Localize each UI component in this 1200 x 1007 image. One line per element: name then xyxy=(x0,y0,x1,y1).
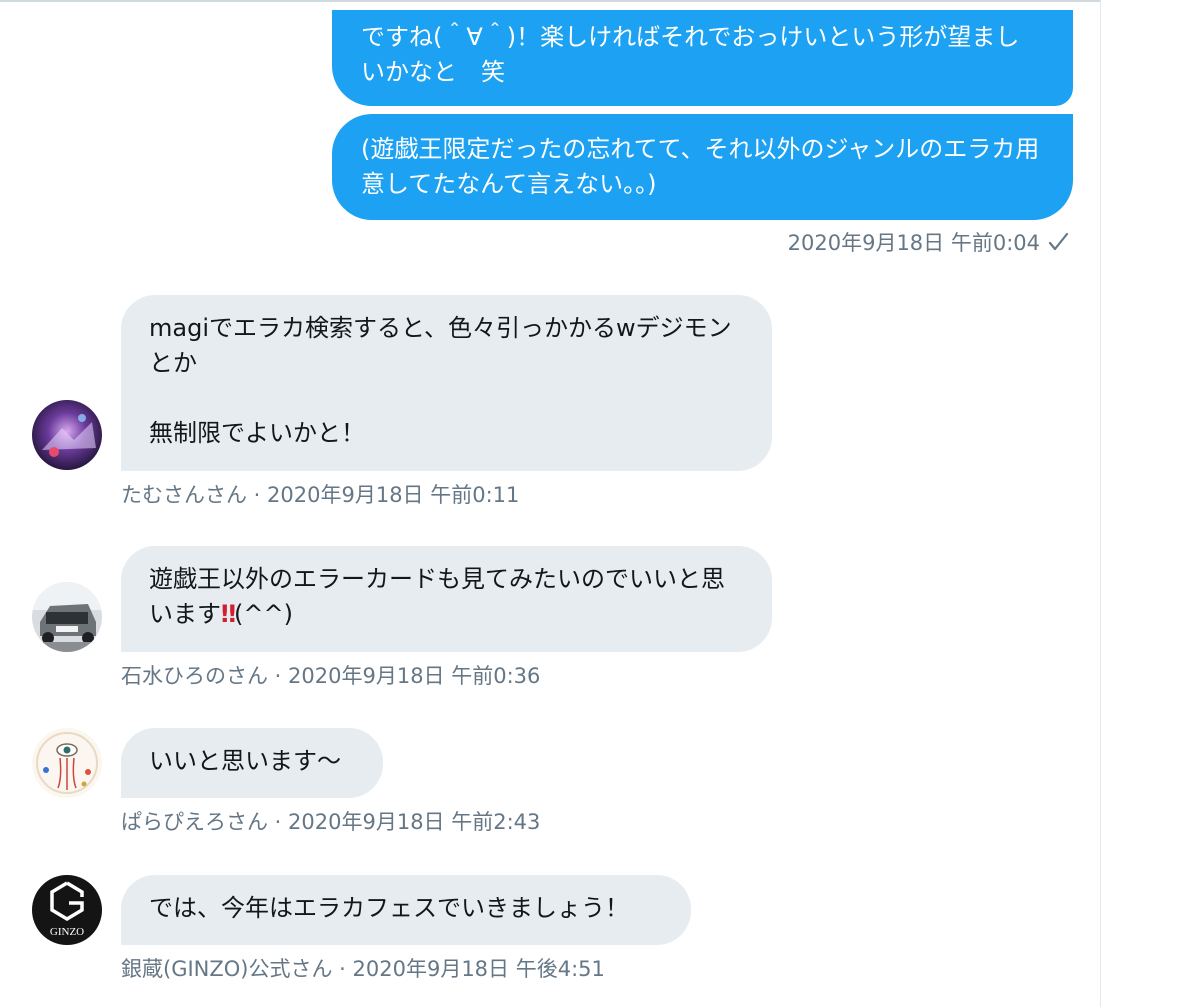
sender-name[interactable]: ぱらぴえろさん xyxy=(121,810,268,834)
message-timestamp: 2020年9月18日 午前0:04 xyxy=(787,231,1040,255)
incoming-message-meta: ぱらぴえろさん · 2020年9月18日 午前2:43 xyxy=(121,806,540,836)
avatar-tamusan[interactable] xyxy=(32,400,102,470)
double-exclamation-emoji: ‼ xyxy=(221,600,236,628)
avatar-ishimizu[interactable] xyxy=(32,582,102,652)
message-timestamp: 2020年9月18日 午前0:36 xyxy=(288,664,541,688)
ginzo-logo-text: GINZO xyxy=(50,926,84,938)
message-timestamp: 2020年9月18日 午前0:11 xyxy=(267,483,520,507)
meta-separator: · xyxy=(247,483,268,507)
avatar-parapiero[interactable] xyxy=(32,728,102,798)
outgoing-message-bubble[interactable]: ですね(＾∀＾)！楽しければそれでおっけいという形が望ましいかなと 笑 xyxy=(332,10,1073,106)
right-divider xyxy=(1100,0,1101,1007)
avatar-image xyxy=(32,582,102,652)
ginzo-logo-icon: GINZO xyxy=(50,881,84,938)
message-timestamp: 2020年9月18日 午前2:43 xyxy=(288,810,541,834)
sender-name[interactable]: たむさんさん xyxy=(121,483,247,507)
outgoing-message-bubble[interactable]: (遊戯王限定だったの忘れてて、それ以外のジャンルのエラカ用意してたなんて言えない… xyxy=(332,114,1073,220)
dm-conversation: ですね(＾∀＾)！楽しければそれでおっけいという形が望ましいかなと 笑 (遊戯王… xyxy=(0,0,1200,1007)
message-text: (^^) xyxy=(234,600,293,628)
incoming-message-bubble[interactable]: いいと思います〜 xyxy=(121,728,383,798)
meta-separator: · xyxy=(268,810,289,834)
incoming-message-meta: たむさんさん · 2020年9月18日 午前0:11 xyxy=(121,479,519,509)
incoming-message-bubble[interactable]: では、今年はエラカフェスでいきましょう！ xyxy=(121,875,691,945)
avatar-ginzo[interactable]: GINZO xyxy=(32,875,102,945)
outgoing-message-meta: 2020年9月18日 午前0:04 xyxy=(788,227,1070,257)
avatar-image xyxy=(32,728,102,798)
top-divider xyxy=(0,0,1101,2)
message-timestamp: 2020年9月18日 午後4:51 xyxy=(352,957,605,981)
incoming-message-meta: 銀蔵(GINZO)公式さん · 2020年9月18日 午後4:51 xyxy=(121,953,605,983)
checkmark-icon xyxy=(1048,232,1069,251)
incoming-message-bubble[interactable]: 遊戯王以外のエラーカードも見てみたいのでいいと思います‼(^^) xyxy=(121,546,772,652)
meta-separator: · xyxy=(268,664,289,688)
meta-separator: · xyxy=(332,957,353,981)
avatar-image xyxy=(32,400,102,470)
incoming-message-meta: 石水ひろのさん · 2020年9月18日 午前0:36 xyxy=(121,660,540,690)
incoming-message-bubble[interactable]: magiでエラカ検索すると、色々引っかかるwデジモンとか 無制限でよいかと！ xyxy=(121,295,772,471)
sender-name[interactable]: 石水ひろのさん xyxy=(121,664,268,688)
sender-name[interactable]: 銀蔵(GINZO)公式さん xyxy=(121,957,332,981)
